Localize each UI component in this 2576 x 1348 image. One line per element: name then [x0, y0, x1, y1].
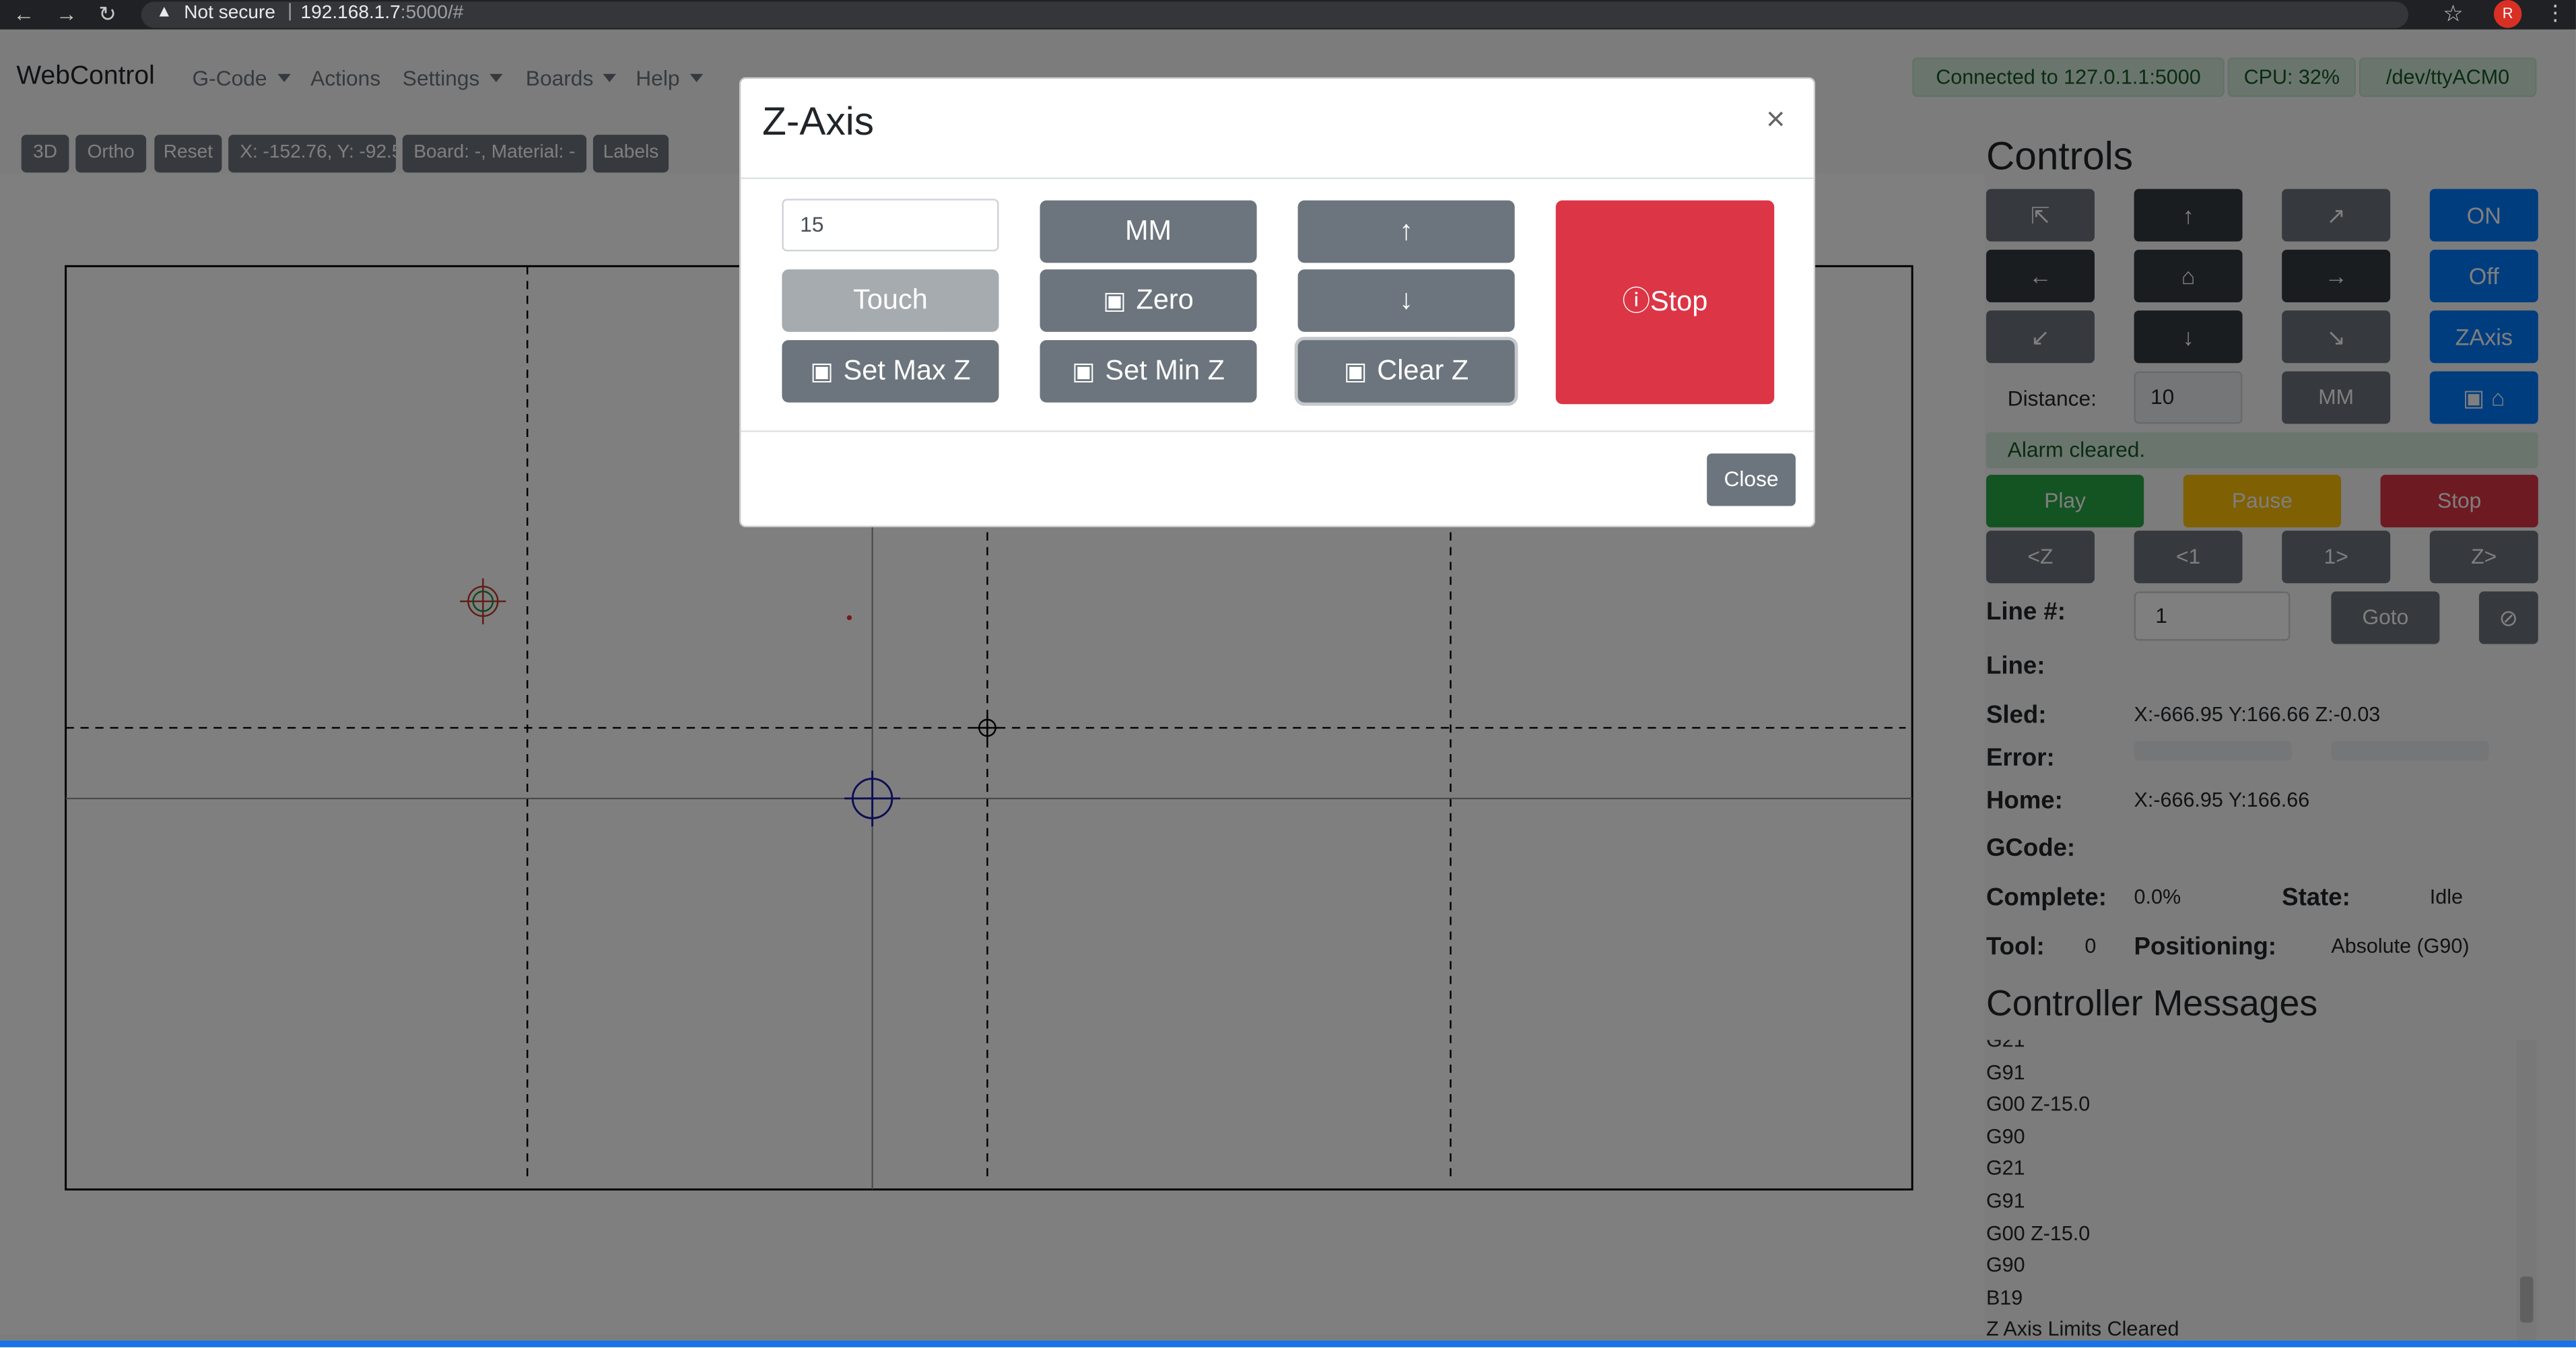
z-distance-input[interactable]: 15: [782, 199, 999, 252]
profile-avatar[interactable]: R: [2493, 0, 2522, 28]
alert-icon: ⓘ: [1622, 285, 1650, 317]
set-min-z-button[interactable]: ▣ Set Min Z: [1040, 340, 1257, 403]
modal-title: Z-Axis: [762, 100, 875, 145]
security-label: Not secure: [184, 3, 275, 24]
reload-icon[interactable]: ↻: [98, 1, 116, 28]
bottom-edge-bar: [0, 1341, 2576, 1347]
save-icon: ▣: [810, 358, 834, 386]
z-up-button[interactable]: ↑: [1297, 200, 1515, 263]
address-bar[interactable]: [141, 1, 2409, 28]
clear-z-button[interactable]: ▣ Clear Z: [1297, 340, 1515, 403]
arrow-up-icon: ↑: [1399, 215, 1414, 246]
save-icon: ▣: [1072, 358, 1095, 386]
bookmark-star-icon[interactable]: ☆: [2443, 0, 2464, 28]
url-separator: |: [287, 1, 293, 22]
modal-close-button[interactable]: Close: [1707, 453, 1796, 506]
z-stop-button[interactable]: ⓘStop: [1555, 200, 1775, 405]
zaxis-modal: Z-Axis × 15 Touch ▣ Set Max Z MM ▣ Zero ▣ S…: [739, 77, 1816, 528]
browser-menu-icon[interactable]: ⋮: [2545, 0, 2567, 26]
warning-icon: ▲: [156, 3, 172, 22]
zero-z-button[interactable]: ▣ Zero: [1040, 269, 1257, 332]
modal-footer-divider: [741, 430, 1814, 432]
save-icon: ▣: [1103, 288, 1126, 316]
z-down-button[interactable]: ↓: [1297, 269, 1515, 332]
browser-chrome: ← → ↻ ▲ Not secure | 192.168.1.7:5000/# …: [0, 0, 2576, 30]
forward-icon[interactable]: →: [56, 1, 77, 26]
modal-close-x-icon[interactable]: ×: [1766, 102, 1786, 139]
arrow-down-icon: ↓: [1399, 284, 1414, 316]
back-icon[interactable]: ←: [13, 1, 35, 26]
touch-button[interactable]: Touch: [782, 269, 999, 332]
set-max-z-button[interactable]: ▣ Set Max Z: [782, 340, 999, 403]
url-text[interactable]: 192.168.1.7:5000/#: [301, 3, 464, 23]
modal-units-button[interactable]: MM: [1040, 200, 1257, 263]
save-icon: ▣: [1343, 358, 1367, 386]
modal-header-divider: [741, 177, 1814, 179]
